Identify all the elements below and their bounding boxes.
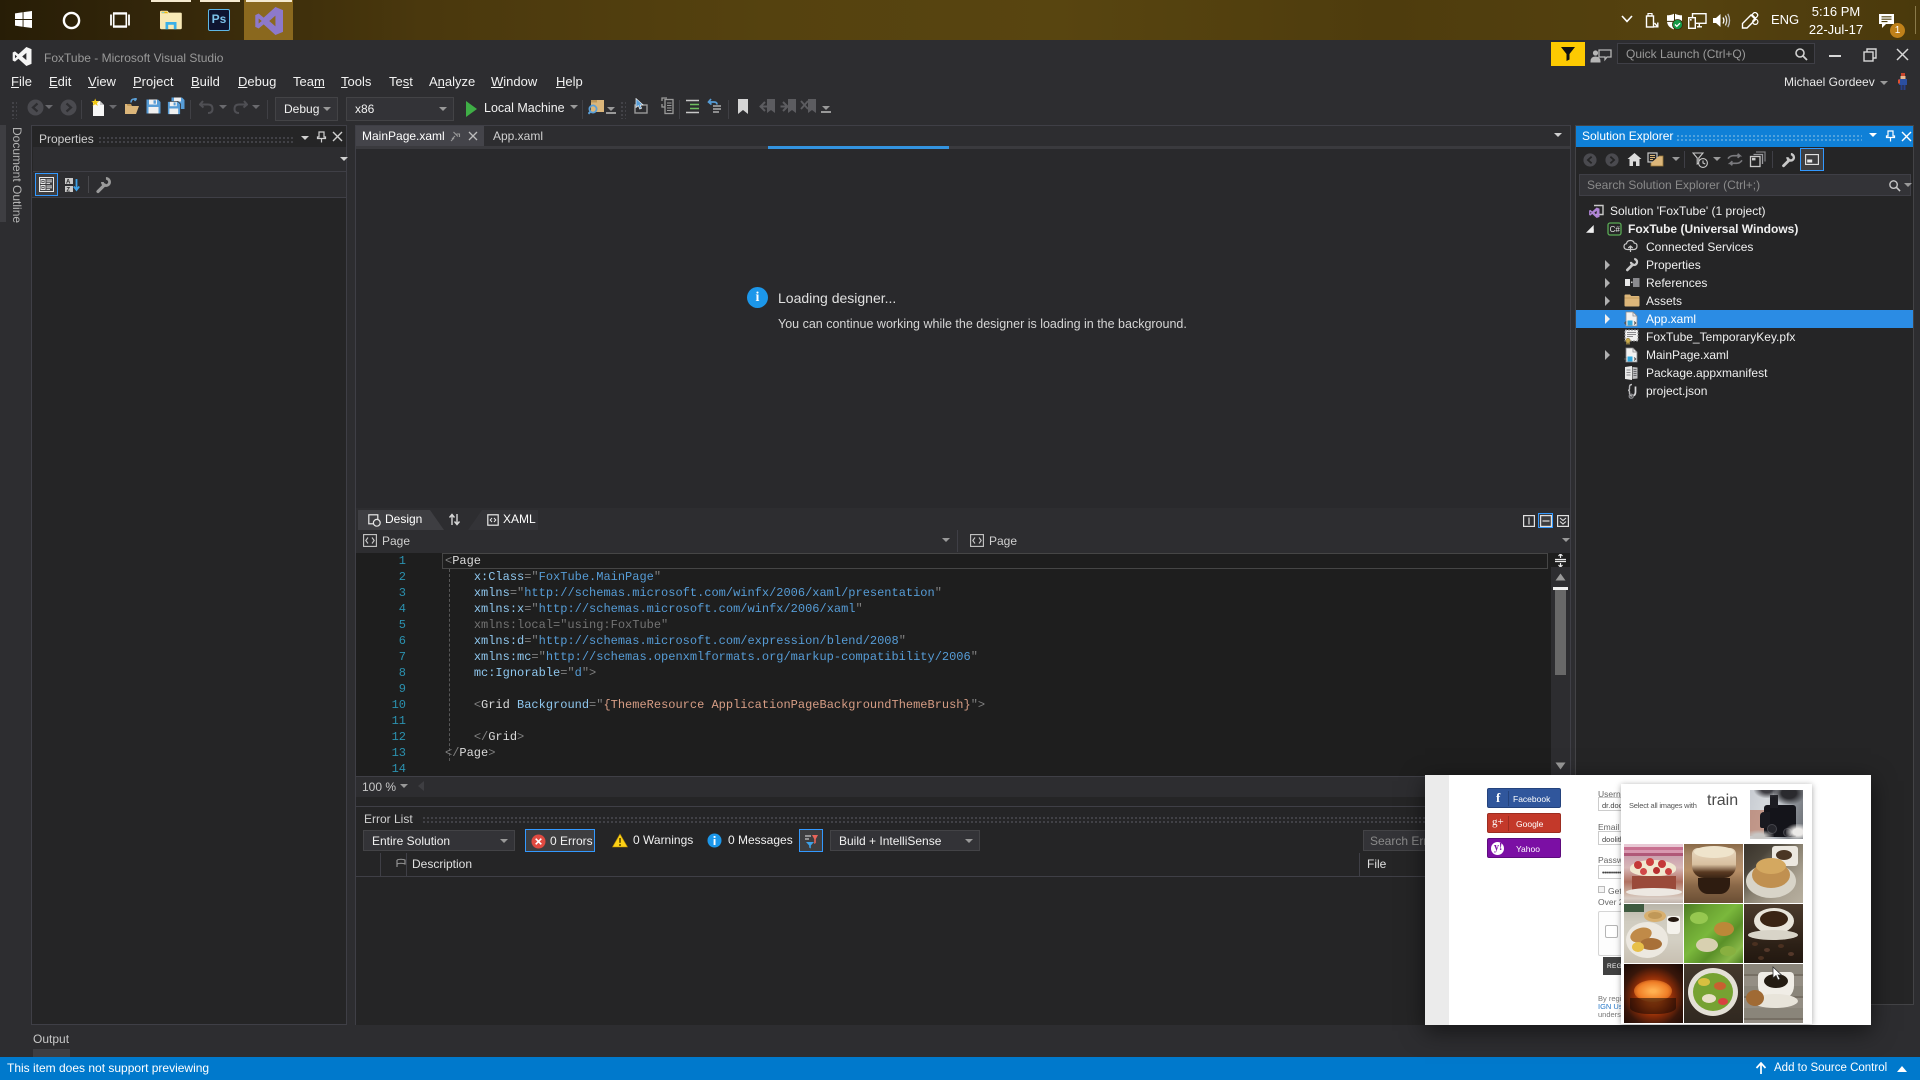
svg-text:A: A — [66, 179, 71, 185]
svg-text:Z: Z — [66, 187, 70, 193]
svg-text:C#: C# — [1610, 225, 1621, 234]
